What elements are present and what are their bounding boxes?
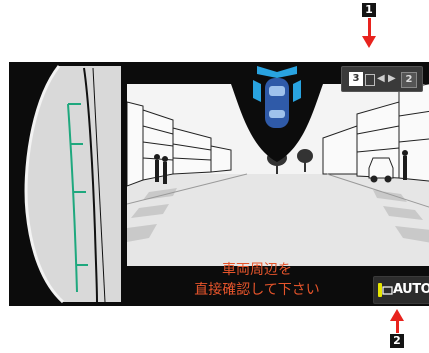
callout-1: 1 [362, 3, 376, 17]
auto-label: AUTO [393, 282, 429, 297]
warning-line-2: 直接確認して下さい [194, 282, 320, 298]
callout-2-arrow [390, 309, 404, 333]
callout-1-number: 1 [365, 3, 373, 16]
camera-auto-icon [378, 283, 393, 297]
view-3-icon: 3 [349, 72, 363, 86]
warning-message: 車両周辺を 直接確認して下さい [127, 260, 387, 300]
left-arrow-icon: ◀ [377, 73, 385, 84]
camera-screen: 3 ◀ ▶ 2 車両周辺を 直接確認して下さい AUTO [9, 62, 429, 306]
callout-1-arrow [362, 18, 376, 48]
auto-button[interactable]: AUTO [373, 276, 429, 304]
view-2-icon: 2 [401, 72, 417, 88]
right-arrow-icon: ▶ [388, 73, 396, 84]
side-view-panel [9, 62, 121, 306]
callout-2: 2 [390, 334, 404, 348]
own-car-icon [265, 78, 289, 128]
callout-2-number: 2 [393, 334, 401, 347]
view-switch-button[interactable]: 3 ◀ ▶ 2 [341, 66, 423, 92]
stack-icon [365, 74, 375, 86]
warning-line-1: 車両周辺を [222, 262, 292, 278]
